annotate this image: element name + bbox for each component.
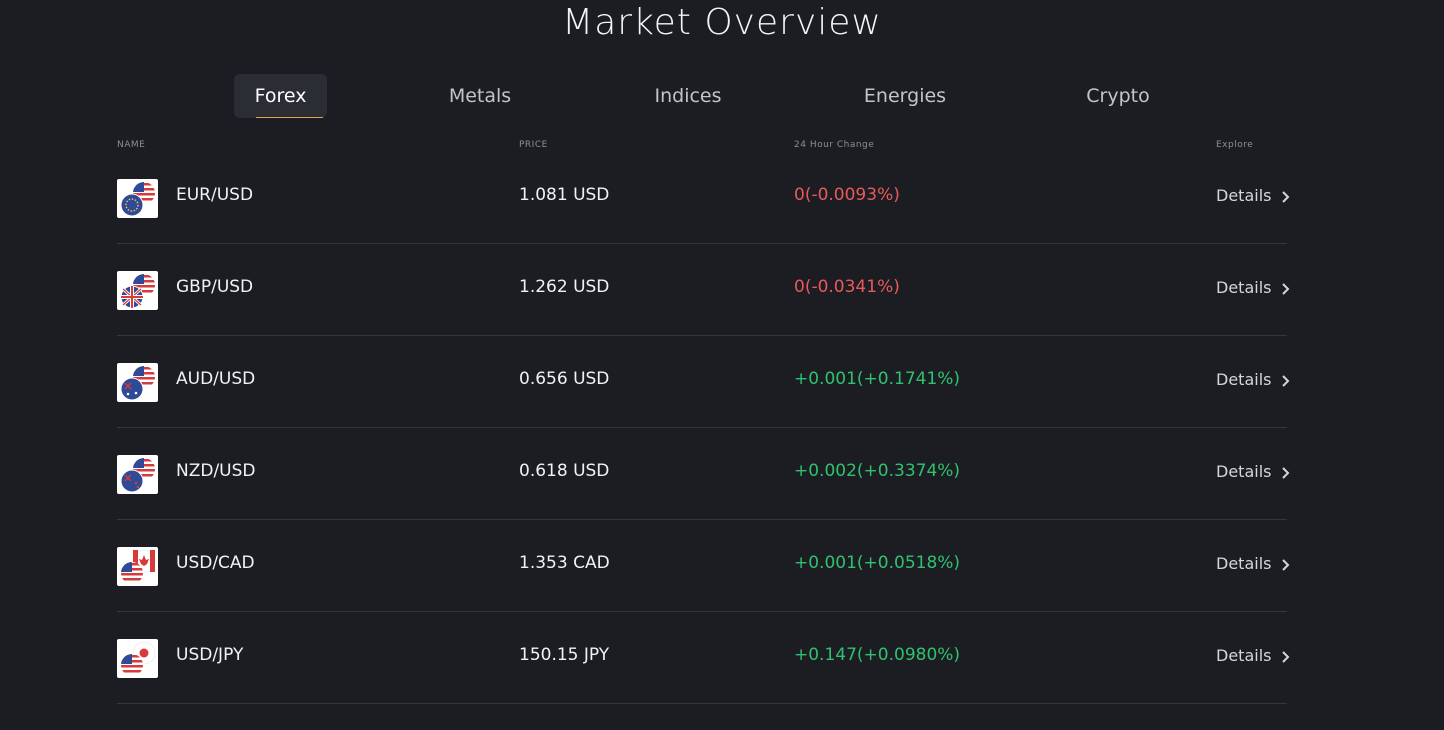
pair-price: 0.618 USD [519, 461, 610, 481]
column-header-price: PRICE [519, 140, 548, 150]
pair-change: +0.147(+0.0980%) [794, 645, 961, 665]
tab-forex[interactable]: Forex [234, 74, 327, 118]
details-link[interactable]: Details [1216, 278, 1290, 297]
tab-energies[interactable]: Energies [850, 74, 960, 118]
pair-name: NZD/USD [176, 461, 256, 481]
details-label: Details [1216, 646, 1272, 665]
pair-name: AUD/USD [176, 369, 256, 389]
table-row: NZD/USD 0.618 USD +0.002(+0.3374%) Details [117, 428, 1290, 520]
table-row: USD/JPY 150.15 JPY +0.147(+0.0980%) Details [117, 612, 1290, 704]
pair-change: +0.001(+0.0518%) [794, 553, 961, 573]
nzd-usd-flag-icon [117, 455, 158, 494]
column-header-change: 24 Hour Change [794, 140, 875, 150]
pair-price: 0.656 USD [519, 369, 610, 389]
chevron-right-icon [1280, 281, 1290, 295]
table-row: EUR/USD 1.081 USD 0(-0.0093%) Details [117, 152, 1290, 244]
tab-indices[interactable]: Indices [638, 74, 738, 118]
pair-price: 1.262 USD [519, 277, 610, 297]
chevron-right-icon [1280, 465, 1290, 479]
aud-usd-flag-icon [117, 363, 158, 402]
pair-price: 1.353 CAD [519, 553, 610, 573]
details-label: Details [1216, 370, 1272, 389]
details-link[interactable]: Details [1216, 646, 1290, 665]
usd-cad-flag-icon [117, 547, 158, 586]
table-row: AUD/USD 0.656 USD +0.001(+0.1741%) Details [117, 336, 1290, 428]
chevron-right-icon [1280, 649, 1290, 663]
table-row: GBP/USD 1.262 USD 0(-0.0341%) Details [117, 244, 1290, 336]
gbp-usd-flag-icon [117, 271, 158, 310]
column-header-explore: Explore [1216, 140, 1254, 150]
table-row: USD/CAD 1.353 CAD +0.001(+0.0518%) Details [117, 520, 1290, 612]
pair-change: 0(-0.0093%) [794, 185, 900, 205]
details-label: Details [1216, 278, 1272, 297]
chevron-right-icon [1280, 557, 1290, 571]
pair-name: EUR/USD [176, 185, 254, 205]
details-label: Details [1216, 186, 1272, 205]
chevron-right-icon [1280, 373, 1290, 387]
tab-metals[interactable]: Metals [430, 74, 530, 118]
pair-change: +0.001(+0.1741%) [794, 369, 961, 389]
usd-jpy-flag-icon [117, 639, 158, 678]
page-title: Market Overview [562, 2, 882, 43]
column-header-name: NAME [117, 140, 146, 150]
pair-price: 150.15 JPY [519, 645, 610, 665]
details-link[interactable]: Details [1216, 370, 1290, 389]
pair-name: USD/JPY [176, 645, 244, 665]
pair-change: +0.002(+0.3374%) [794, 461, 961, 481]
tab-crypto[interactable]: Crypto [1068, 74, 1168, 118]
chevron-right-icon [1280, 189, 1290, 203]
eur-usd-flag-icon [117, 179, 158, 218]
pair-name: GBP/USD [176, 277, 254, 297]
pair-change: 0(-0.0341%) [794, 277, 900, 297]
details-link[interactable]: Details [1216, 554, 1290, 573]
details-label: Details [1216, 554, 1272, 573]
details-link[interactable]: Details [1216, 462, 1290, 481]
pair-name: USD/CAD [176, 553, 255, 573]
details-label: Details [1216, 462, 1272, 481]
pair-price: 1.081 USD [519, 185, 610, 205]
details-link[interactable]: Details [1216, 186, 1290, 205]
